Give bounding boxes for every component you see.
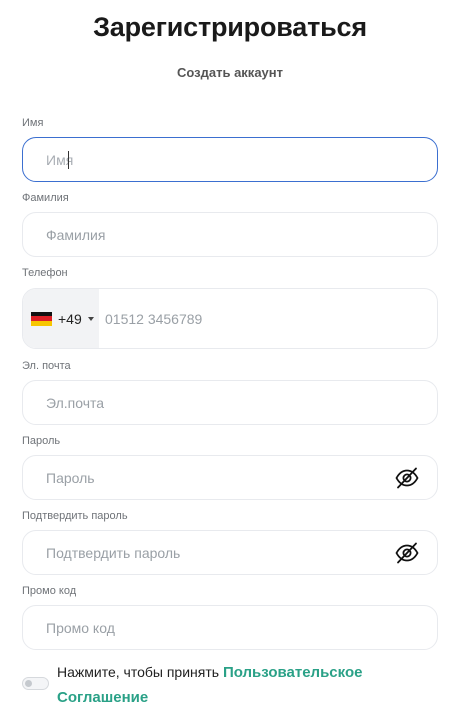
first-name-label: Имя: [22, 117, 44, 129]
password-input[interactable]: [23, 456, 437, 499]
terms-text: Нажмите, чтобы принять Пользовательское …: [57, 660, 417, 710]
terms-prefix: Нажмите, чтобы принять: [57, 664, 220, 680]
email-label: Эл. почта: [22, 360, 71, 372]
chevron-down-icon: [87, 316, 94, 321]
promo-code-field[interactable]: [22, 605, 438, 650]
last-name-field[interactable]: [22, 212, 438, 257]
page-title: Зарегистрироваться: [93, 12, 367, 42]
page-subtitle: Создать аккаунт: [177, 65, 283, 80]
confirm-password-input[interactable]: [23, 531, 437, 574]
confirm-password-label: Подтвердить пароль: [22, 510, 128, 522]
last-name-input[interactable]: [23, 213, 437, 256]
terms-toggle[interactable]: [22, 677, 49, 690]
last-name-label: Фамилия: [22, 192, 69, 204]
promo-code-input[interactable]: [23, 606, 437, 649]
toggle-knob: [25, 680, 32, 687]
eye-off-icon[interactable]: [395, 466, 419, 490]
text-cursor: [68, 151, 69, 169]
first-name-input[interactable]: [23, 138, 437, 181]
country-code-selector[interactable]: +49: [23, 289, 99, 348]
phone-input[interactable]: [99, 289, 439, 348]
confirm-password-field[interactable]: [22, 530, 438, 575]
promo-code-label: Промо код: [22, 585, 77, 597]
password-field[interactable]: [22, 455, 438, 500]
email-field[interactable]: [22, 380, 438, 425]
phone-field[interactable]: +49: [22, 288, 439, 349]
password-label: Пароль: [22, 435, 61, 447]
eye-off-icon[interactable]: [395, 541, 419, 565]
email-input[interactable]: [23, 381, 437, 424]
germany-flag-icon: [31, 311, 52, 326]
dial-code: +49: [58, 310, 82, 327]
first-name-field[interactable]: [22, 137, 438, 182]
phone-label: Телефон: [22, 267, 68, 279]
